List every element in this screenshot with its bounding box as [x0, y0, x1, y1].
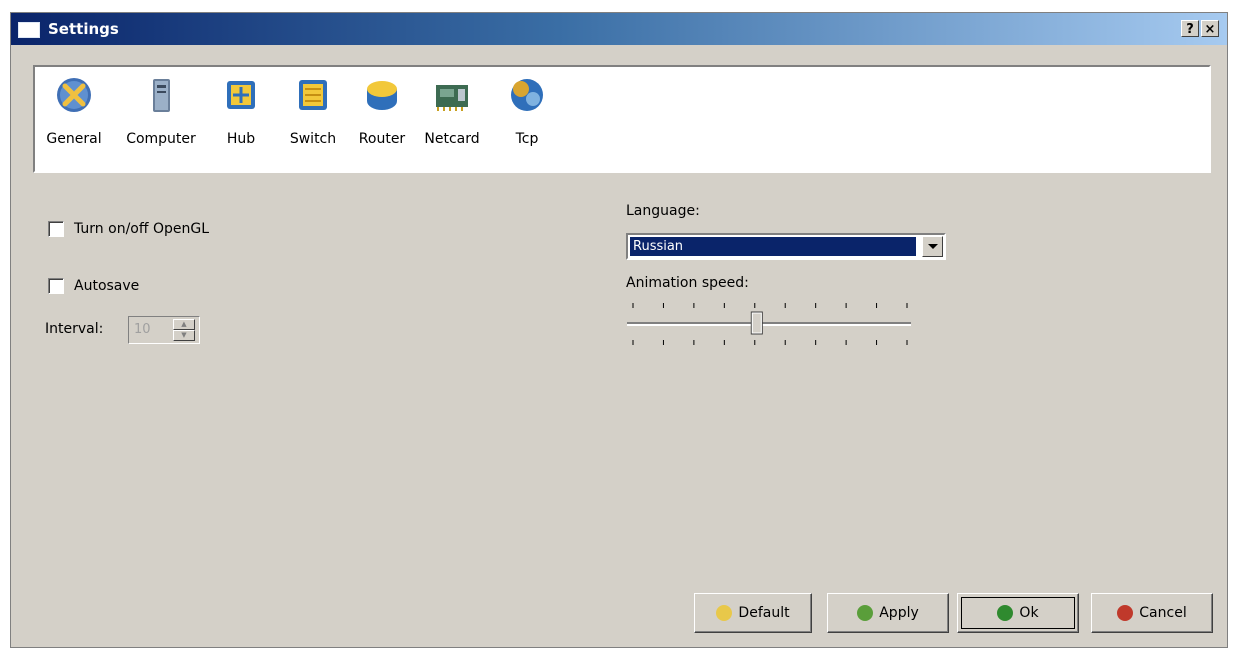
tool-tcp[interactable]: Tcp [505, 75, 549, 165]
default-button[interactable]: Default [694, 593, 812, 633]
tool-hub[interactable]: Hub [219, 75, 263, 165]
spin-down-arrow-icon[interactable]: ▼ [173, 330, 195, 341]
ok-button-label: Ok [1019, 605, 1039, 621]
tool-switch[interactable]: Switch [287, 75, 339, 165]
tool-label: Netcard [424, 131, 480, 147]
window-title: Settings [48, 20, 119, 38]
tool-computer[interactable]: Computer [123, 75, 199, 165]
tool-label: Hub [226, 131, 256, 147]
interval-label: Interval: [45, 321, 104, 337]
slider-thumb[interactable] [750, 311, 763, 335]
animation-speed-slider[interactable] [625, 299, 915, 353]
language-label: Language: [626, 203, 700, 219]
opengl-label: Turn on/off OpenGL [74, 221, 209, 237]
hub-icon [227, 81, 255, 109]
cancel-button-label: Cancel [1139, 605, 1187, 621]
settings-window: Settings ? × General Computer Hub Switch… [10, 12, 1228, 648]
language-selected-value: Russian [630, 237, 916, 256]
interval-spinbox[interactable]: 10 ▲ ▼ [128, 316, 200, 344]
apply-button[interactable]: Apply [827, 593, 949, 633]
tool-label: Switch [289, 131, 337, 147]
ok-check-icon [997, 605, 1014, 621]
window-icon [18, 22, 40, 38]
general-tools-icon [57, 78, 91, 112]
opengl-checkbox-row[interactable]: Turn on/off OpenGL [48, 221, 209, 237]
apply-button-label: Apply [879, 605, 919, 621]
animation-speed-label: Animation speed: [626, 275, 749, 291]
tool-label: General [46, 131, 102, 147]
autosave-checkbox[interactable] [48, 278, 64, 294]
router-icon [367, 81, 397, 110]
cancel-x-icon [1117, 605, 1134, 621]
autosave-checkbox-row[interactable]: Autosave [48, 278, 139, 294]
autosave-label: Autosave [74, 278, 140, 294]
settings-category-toolbar: General Computer Hub Switch Router Netca… [33, 65, 1211, 173]
language-combobox[interactable]: Russian [626, 233, 946, 260]
default-gear-icon [716, 605, 733, 621]
title-bar[interactable]: Settings ? × [11, 13, 1227, 45]
default-button-label: Default [738, 605, 790, 621]
interval-value: 10 [134, 322, 151, 337]
switch-icon [299, 80, 327, 110]
tool-label: Router [358, 131, 406, 147]
opengl-checkbox[interactable] [48, 221, 64, 237]
slider-groove-highlight [627, 324, 911, 326]
computer-tower-icon [153, 79, 170, 112]
tool-router[interactable]: Router [353, 75, 411, 165]
dropdown-arrow-icon[interactable] [922, 236, 943, 257]
tool-general[interactable]: General [43, 75, 105, 165]
netcard-icon [436, 85, 468, 111]
tool-label: Computer [126, 131, 196, 147]
cancel-button[interactable]: Cancel [1091, 593, 1213, 633]
tool-netcard[interactable]: Netcard [419, 75, 485, 165]
tcp-icon [511, 79, 543, 111]
close-button[interactable]: × [1201, 20, 1219, 37]
help-button[interactable]: ? [1181, 20, 1199, 37]
ok-button[interactable]: Ok [957, 593, 1079, 633]
spin-up-arrow-icon[interactable]: ▲ [173, 319, 195, 330]
apply-arrow-icon [857, 605, 874, 621]
tool-label: Tcp [515, 131, 539, 147]
